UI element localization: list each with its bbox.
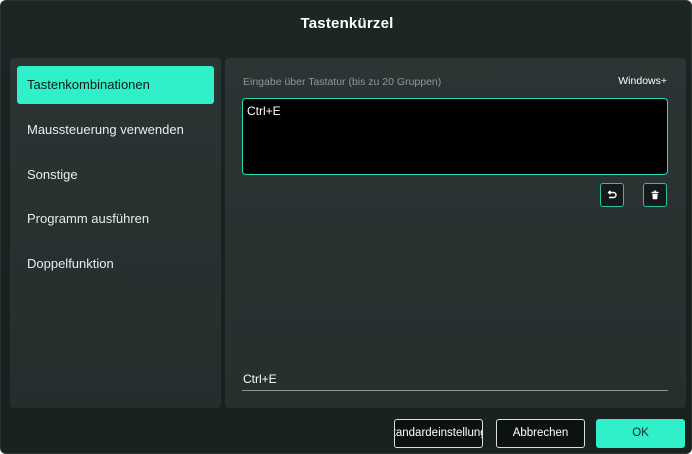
trash-icon <box>649 189 661 201</box>
default-settings-button[interactable]: Standardeinstellungen <box>394 419 483 448</box>
sidebar-item-tastenkombinationen[interactable]: Tastenkombinationen <box>17 66 214 104</box>
sidebar-item-maussteuerung[interactable]: Maussteuerung verwenden <box>17 111 214 149</box>
cancel-button[interactable]: Abbrechen <box>496 419 585 448</box>
main-panel: Eingabe über Tastatur (bis zu 20 Gruppen… <box>225 58 686 408</box>
shortcut-dialog: Tastenkürzel Tastenkombinationen Mausste… <box>0 0 692 454</box>
sidebar: Tastenkombinationen Maussteuerung verwen… <box>10 58 221 408</box>
sidebar-item-programm-ausfuehren[interactable]: Programm ausführen <box>17 200 214 238</box>
shortcut-result-text: Ctrl+E <box>243 372 277 386</box>
sidebar-item-doppelfunktion[interactable]: Doppelfunktion <box>17 245 214 283</box>
key-input-field[interactable]: Ctrl+E <box>242 98 668 175</box>
input-hint: Eingabe über Tastatur (bis zu 20 Gruppen… <box>243 76 442 88</box>
result-underline <box>242 390 668 391</box>
undo-icon <box>606 189 618 201</box>
ok-button[interactable]: OK <box>596 419 685 448</box>
delete-button[interactable] <box>643 183 667 207</box>
default-settings-label: Standardeinstellungen <box>395 427 482 439</box>
sidebar-item-sonstige[interactable]: Sonstige <box>17 156 214 194</box>
modifier-mode-label[interactable]: Windows+ <box>618 75 667 87</box>
dialog-title: Tastenkürzel <box>300 15 394 32</box>
undo-button[interactable] <box>600 183 624 207</box>
